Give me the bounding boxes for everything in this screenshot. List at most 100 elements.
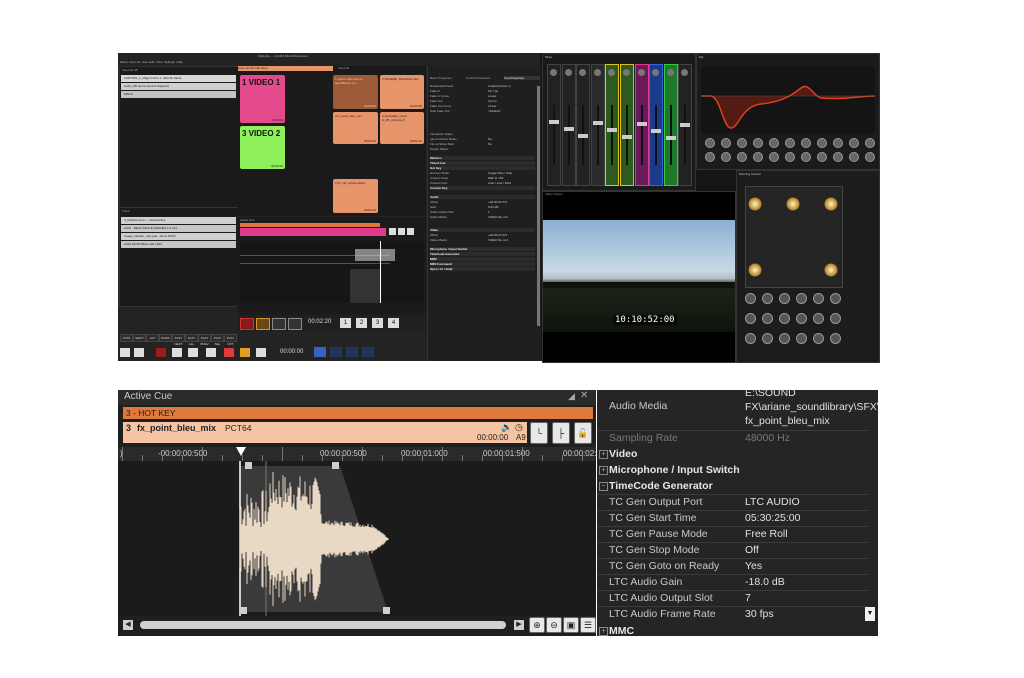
small-control-button[interactable]: SHIFT — [133, 334, 146, 342]
small-control-button[interactable]: ALT — [146, 334, 159, 342]
inspector-section[interactable]: Video — [430, 228, 535, 232]
pan-field[interactable] — [745, 186, 843, 288]
knob-icon[interactable] — [666, 69, 674, 76]
inspector-row[interactable]: Output Player — [430, 147, 535, 151]
knob-icon[interactable] — [762, 333, 773, 344]
red-button[interactable] — [156, 348, 166, 357]
inspector-section[interactable]: Timed Cue — [430, 161, 535, 165]
menu-view[interactable]: View — [156, 60, 162, 64]
pin-icon[interactable]: ◢ — [568, 391, 575, 402]
fade-in-handle[interactable] — [245, 462, 252, 469]
zoom-out-icon[interactable]: ⊖ — [546, 617, 562, 633]
knob-icon[interactable] — [637, 69, 645, 76]
start-handle[interactable] — [240, 607, 247, 614]
fade-out-handle[interactable] — [332, 462, 339, 469]
fader-handle[interactable] — [665, 136, 676, 140]
horizontal-scrollbar[interactable] — [140, 621, 506, 629]
small-control-button[interactable]: PANIC — [159, 334, 172, 342]
knob-icon[interactable] — [745, 313, 756, 324]
knob-icon[interactable] — [705, 138, 715, 148]
knob-icon[interactable] — [762, 293, 773, 304]
knob-icon[interactable] — [830, 313, 841, 324]
fader-handle[interactable] — [592, 121, 603, 125]
camera-button[interactable] — [206, 348, 216, 357]
fader-handle[interactable] — [563, 127, 574, 131]
cue-tile-sphere-2[interactable]: 2 SPHERE_TEAS/MJ4 rain 00:00:05 — [380, 75, 424, 109]
mini-button-b[interactable] — [398, 228, 405, 235]
marker-out-button[interactable]: ├ — [552, 422, 570, 444]
knob-icon[interactable] — [737, 138, 747, 148]
knob-icon[interactable] — [833, 152, 843, 162]
knob-icon[interactable] — [745, 333, 756, 344]
timecode-row[interactable]: TC Gen Output Port LTC AUDIO — [597, 494, 869, 510]
knob-icon[interactable] — [785, 138, 795, 148]
knob-icon[interactable] — [721, 138, 731, 148]
knob-icon[interactable] — [779, 313, 790, 324]
knob-icon[interactable] — [623, 69, 630, 76]
fader-handle[interactable] — [622, 135, 632, 139]
inspector-tab-basic[interactable]: Basic Properties — [430, 76, 466, 80]
inspector-section[interactable]: Hot Key — [430, 166, 535, 170]
knob-icon[interactable] — [796, 293, 807, 304]
timecode-row[interactable]: TC Gen Start Time 05:30:25:00 — [597, 510, 869, 526]
knob-icon[interactable] — [705, 152, 715, 162]
mini-button-a[interactable] — [389, 228, 396, 235]
knob-icon[interactable] — [681, 69, 689, 76]
mixer-channel-strip[interactable] — [663, 64, 678, 186]
cue-tile-video-1[interactable]: 1 VIDEO 1 00:00:00 — [240, 75, 285, 123]
knob-icon[interactable] — [817, 138, 827, 148]
mixer-channel-strip[interactable] — [649, 64, 664, 186]
marker-in-button[interactable]: └ — [530, 422, 548, 444]
knob-icon[interactable] — [801, 138, 811, 148]
small-control-button[interactable]: PLAY ALL — [185, 334, 198, 346]
knob-icon[interactable] — [608, 69, 616, 76]
cue-tile-commentaire[interactable]: 7 fnl_ctrl_commentaire 00:01:19 — [333, 179, 378, 213]
knob-icon[interactable] — [769, 152, 779, 162]
list-item[interactable]: AUDI MONTREAL ARI 100S — [121, 241, 236, 248]
mixer-channel-strip[interactable] — [590, 64, 605, 186]
knob-icon[interactable] — [833, 138, 843, 148]
knob-icon[interactable] — [779, 293, 790, 304]
square-button[interactable] — [272, 318, 286, 330]
knob-icon[interactable] — [849, 138, 859, 148]
list-item[interactable]: AUDI · BEAT DANCE DRONES LU 101 — [121, 225, 236, 232]
inspector-tab-cue[interactable]: Cue Properties — [504, 76, 540, 80]
mixer-channel-strip[interactable] — [576, 64, 591, 186]
list-item[interactable]: MACS — [121, 91, 236, 98]
list-item[interactable]: Audio_5B pierre (Sound Diagram) — [121, 83, 236, 90]
small-control-button[interactable]: CTRL — [120, 334, 133, 342]
section-mic[interactable]: + Microphone / Input Switch — [597, 462, 869, 478]
waveform-icon[interactable]: ☰ — [580, 617, 596, 633]
knob-icon[interactable] — [813, 313, 824, 324]
mixer-channel-strip[interactable] — [634, 64, 649, 186]
menu-cue-list[interactable]: Cue List — [129, 60, 140, 64]
knob-icon[interactable] — [721, 152, 731, 162]
mini-cue-bar[interactable] — [240, 228, 386, 236]
knob-icon[interactable] — [652, 69, 660, 76]
small-control-button[interactable]: PLAY PREV — [198, 334, 211, 346]
page-3-button[interactable]: 3 — [372, 318, 383, 328]
zoom-fit-icon[interactable]: ▣ — [563, 617, 579, 633]
inspector-section[interactable]: Microphone / Input Switch — [430, 247, 535, 251]
pause-orange-button[interactable] — [240, 348, 250, 357]
inspector-section[interactable]: TimeCode Generator — [430, 252, 535, 256]
mixer-channel-strip[interactable] — [620, 64, 634, 186]
list-item[interactable]: 4_Multiple-Intro — Sound-Files — [121, 217, 236, 224]
inspector-section[interactable]: MIDI Command — [430, 262, 535, 266]
fader-handle[interactable] — [651, 129, 662, 133]
list-item[interactable]: CAPTION_1_Magic Fiche 1 - Borchn Mode — [121, 75, 236, 82]
knob-icon[interactable] — [817, 152, 827, 162]
knob-icon[interactable] — [745, 293, 756, 304]
cue-tile-sphere-1[interactable]: 1 sphere 360 sound-facehBlesse pro 00:00… — [333, 75, 378, 109]
zoom-in-icon[interactable]: ⊕ — [529, 617, 545, 633]
eject-button[interactable] — [172, 348, 182, 357]
lock-icon[interactable]: 🔓 — [574, 422, 592, 444]
timecode-row[interactable]: LTC Audio Output Slot 7 — [597, 590, 869, 606]
timecode-row[interactable]: TC Gen Stop Mode Off — [597, 542, 869, 558]
frame-rate-dropdown-button[interactable]: ▼ — [865, 607, 875, 621]
knob-icon[interactable] — [813, 293, 824, 304]
cue-strip[interactable]: 3 fx_point_bleu_mix PCT64 🔈 ◷ 00:00:00 A… — [123, 422, 527, 443]
pause-button[interactable] — [256, 318, 270, 330]
timecode-row[interactable]: LTC Audio Frame Rate 30 fps — [597, 606, 869, 622]
fader-handle[interactable] — [578, 134, 589, 138]
